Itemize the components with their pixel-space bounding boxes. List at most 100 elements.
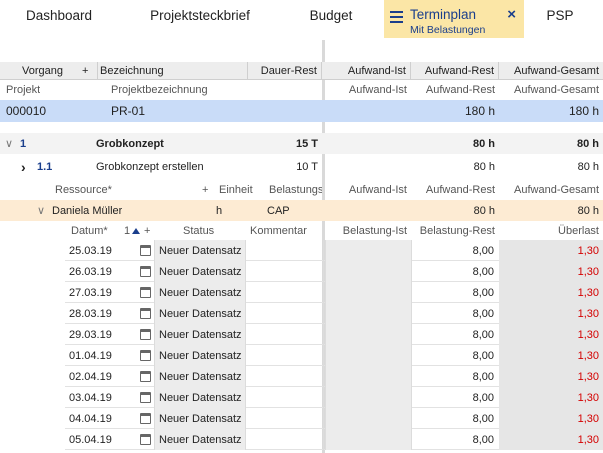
tab-psp[interactable]: PSP bbox=[540, 0, 580, 38]
load-comment[interactable] bbox=[246, 261, 324, 282]
resource-aufwand-rest-label: Aufwand-Rest bbox=[425, 183, 495, 196]
load-comment[interactable] bbox=[246, 345, 324, 366]
load-status: Neuer Datensatz bbox=[154, 240, 246, 261]
col-aufwand-ist[interactable]: Aufwand-Ist bbox=[325, 62, 411, 79]
close-icon[interactable]: × bbox=[507, 6, 516, 23]
col-vorgang[interactable]: Vorgang + bbox=[18, 62, 98, 79]
col-aufwand-gesamt[interactable]: Aufwand-Gesamt bbox=[499, 62, 603, 79]
load-comment[interactable] bbox=[246, 282, 324, 303]
load-belastung-rest[interactable]: 8,00 bbox=[412, 261, 498, 282]
load-status: Neuer Datensatz bbox=[154, 345, 246, 366]
sort-ascending-icon bbox=[132, 227, 141, 234]
project-aufwand-rest-label: Aufwand-Rest bbox=[425, 83, 495, 96]
task-aufwand-gesamt: 80 h bbox=[577, 160, 599, 173]
load-ueberlast: 1,30 bbox=[499, 429, 603, 450]
collapse-group-icon[interactable]: ∨ bbox=[5, 133, 13, 154]
load-ueberlast: 1,30 bbox=[499, 366, 603, 387]
belastung-ist-label: Belastung-Ist bbox=[342, 224, 407, 237]
datum-label[interactable]: Datum* bbox=[71, 221, 108, 240]
calendar-icon[interactable] bbox=[140, 413, 151, 424]
col-aufwand-rest[interactable]: Aufwand-Rest bbox=[411, 62, 499, 79]
load-belastung-rest[interactable]: 8,00 bbox=[412, 345, 498, 366]
einheit-label: Einheit bbox=[219, 183, 253, 196]
load-belastung-rest[interactable]: 8,00 bbox=[412, 429, 498, 450]
load-belastung-ist bbox=[325, 408, 412, 429]
project-row[interactable]: 000010 PR-01 180 h 180 h bbox=[0, 100, 603, 122]
collapse-resource-icon[interactable]: ∨ bbox=[37, 200, 45, 221]
load-date[interactable]: 02.04.19 bbox=[69, 366, 112, 387]
load-comment[interactable] bbox=[246, 240, 324, 261]
col-bezeichnung[interactable]: Bezeichnung bbox=[98, 62, 248, 79]
calendar-icon[interactable] bbox=[140, 308, 151, 319]
calendar-icon[interactable] bbox=[140, 350, 151, 361]
load-belastung-rest[interactable]: 8,00 bbox=[412, 303, 498, 324]
load-belastung-rest[interactable]: 8,00 bbox=[412, 282, 498, 303]
task-row[interactable]: › 1.1 Grobkonzept erstellen 10 T 80 h 80… bbox=[0, 156, 603, 177]
add-load-button[interactable]: + bbox=[144, 221, 150, 240]
load-comment[interactable] bbox=[246, 324, 324, 345]
add-resource-button[interactable]: + bbox=[202, 180, 208, 199]
load-row[interactable]: 04.04.19 Neuer Datensatz 8,00 1,30 bbox=[65, 408, 603, 429]
group-aufwand-rest: 80 h bbox=[472, 137, 495, 150]
add-vorgang-button[interactable]: + bbox=[82, 65, 88, 77]
load-row[interactable]: 01.04.19 Neuer Datensatz 8,00 1,30 bbox=[65, 345, 603, 366]
tab-dashboard[interactable]: Dashboard bbox=[14, 0, 104, 38]
load-row[interactable]: 29.03.19 Neuer Datensatz 8,00 1,30 bbox=[65, 324, 603, 345]
load-ueberlast: 1,30 bbox=[499, 408, 603, 429]
load-row[interactable]: 03.04.19 Neuer Datensatz 8,00 1,30 bbox=[65, 387, 603, 408]
tab-budget[interactable]: Budget bbox=[300, 0, 362, 38]
load-belastung-rest[interactable]: 8,00 bbox=[412, 387, 498, 408]
load-belastung-rest[interactable]: 8,00 bbox=[412, 408, 498, 429]
calendar-icon[interactable] bbox=[140, 392, 151, 403]
col-bezeichnung-label: Bezeichnung bbox=[100, 64, 164, 77]
load-status: Neuer Datensatz bbox=[154, 282, 246, 303]
resource-aufwand-ist-label: Aufwand-Ist bbox=[348, 183, 407, 196]
tab-terminplan[interactable]: Terminplan Mit Belastungen × bbox=[384, 0, 524, 38]
calendar-icon[interactable] bbox=[140, 434, 151, 445]
calendar-icon[interactable] bbox=[140, 287, 151, 298]
project-aufwand-ist-label: Aufwand-Ist bbox=[348, 83, 407, 96]
calendar-icon[interactable] bbox=[140, 329, 151, 340]
load-row[interactable]: 05.04.19 Neuer Datensatz 8,00 1,30 bbox=[65, 429, 603, 450]
load-date[interactable]: 29.03.19 bbox=[69, 324, 112, 345]
load-row[interactable]: 26.03.19 Neuer Datensatz 8,00 1,30 bbox=[65, 261, 603, 282]
load-belastung-rest[interactable]: 8,00 bbox=[412, 366, 498, 387]
load-comment[interactable] bbox=[246, 429, 324, 450]
resource-row[interactable]: ∨ Daniela Müller h CAP 80 h 80 h bbox=[0, 200, 603, 221]
load-belastung-ist bbox=[325, 303, 412, 324]
col-dauer-rest[interactable]: Dauer-Rest bbox=[248, 62, 322, 79]
load-row[interactable]: 27.03.19 Neuer Datensatz 8,00 1,30 bbox=[65, 282, 603, 303]
calendar-icon[interactable] bbox=[140, 371, 151, 382]
load-subheader: Datum* 1 + Status Kommentar Belastung-Is… bbox=[0, 221, 603, 240]
load-date[interactable]: 05.04.19 bbox=[69, 429, 112, 450]
load-belastung-ist bbox=[325, 261, 412, 282]
load-comment[interactable] bbox=[246, 408, 324, 429]
load-belastung-rest[interactable]: 8,00 bbox=[412, 240, 498, 261]
load-date[interactable]: 26.03.19 bbox=[69, 261, 112, 282]
load-row[interactable]: 02.04.19 Neuer Datensatz 8,00 1,30 bbox=[65, 366, 603, 387]
load-belastung-rest[interactable]: 8,00 bbox=[412, 324, 498, 345]
menu-icon[interactable] bbox=[390, 11, 403, 23]
load-date[interactable]: 04.04.19 bbox=[69, 408, 112, 429]
projektbezeichnung-label: Projektbezeichnung bbox=[111, 83, 208, 96]
load-date[interactable]: 27.03.19 bbox=[69, 282, 112, 303]
load-belastung-ist bbox=[325, 240, 412, 261]
load-date[interactable]: 28.03.19 bbox=[69, 303, 112, 324]
load-ueberlast: 1,30 bbox=[499, 240, 603, 261]
sort-indicator[interactable]: 1 bbox=[124, 221, 141, 240]
load-row[interactable]: 25.03.19 Neuer Datensatz 8,00 1,30 bbox=[65, 240, 603, 261]
load-date[interactable]: 03.04.19 bbox=[69, 387, 112, 408]
load-date[interactable]: 25.03.19 bbox=[69, 240, 112, 261]
group-row[interactable]: ∨ 1 Grobkonzept 15 T 80 h 80 h bbox=[0, 133, 603, 154]
calendar-icon[interactable] bbox=[140, 266, 151, 277]
project-aufwand-gesamt: 180 h bbox=[568, 104, 599, 118]
calendar-icon[interactable] bbox=[140, 245, 151, 256]
load-comment[interactable] bbox=[246, 303, 324, 324]
load-row[interactable]: 28.03.19 Neuer Datensatz 8,00 1,30 bbox=[65, 303, 603, 324]
load-date[interactable]: 01.04.19 bbox=[69, 345, 112, 366]
tab-projektsteckbrief[interactable]: Projektsteckbrief bbox=[138, 0, 262, 38]
load-comment[interactable] bbox=[246, 366, 324, 387]
load-comment[interactable] bbox=[246, 387, 324, 408]
expand-task-icon[interactable]: › bbox=[21, 156, 26, 177]
resource-aufwand-gesamt-label: Aufwand-Gesamt bbox=[514, 183, 599, 196]
